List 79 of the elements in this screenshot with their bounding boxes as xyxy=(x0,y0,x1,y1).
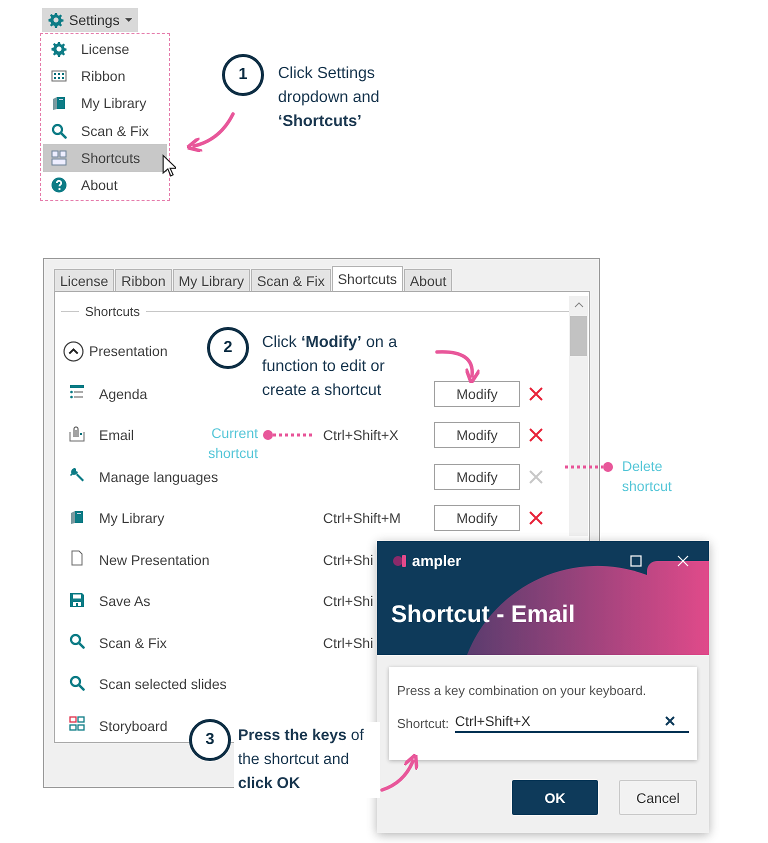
shortcut-input-field[interactable]: Ctrl+Shift+X xyxy=(455,713,689,733)
clear-icon[interactable] xyxy=(665,716,675,726)
shortcut-text: Ctrl+Shi xyxy=(323,593,374,610)
logo-icon xyxy=(393,555,407,567)
delete-icon[interactable] xyxy=(528,510,544,526)
search-icon xyxy=(69,674,85,691)
step-number: 1 xyxy=(222,54,264,96)
keys-icon xyxy=(51,150,67,166)
collapse-icon[interactable] xyxy=(63,340,84,362)
function-label: Scan selected slides xyxy=(99,676,227,692)
group-title: Shortcuts xyxy=(85,304,140,319)
menu-item[interactable]: My Library xyxy=(43,90,167,117)
wrench-icon xyxy=(69,467,85,484)
shortcut-text: Ctrl+Shift+M xyxy=(323,510,401,526)
delete-icon[interactable] xyxy=(528,386,544,402)
settings-dropdown-button[interactable]: Settings xyxy=(42,8,138,32)
function-label: New Presentation xyxy=(99,552,210,568)
function-label: Manage languages xyxy=(99,468,218,485)
function-label: My Library xyxy=(99,510,164,526)
list-icon xyxy=(69,384,85,400)
gear-icon xyxy=(48,12,64,28)
function-label: Save As xyxy=(99,593,150,610)
curved-arrow xyxy=(186,112,235,153)
scroll-thumb[interactable] xyxy=(570,316,587,356)
shortcut-text: Ctrl+Shift+X xyxy=(323,427,398,444)
attachment-icon xyxy=(69,426,85,442)
grid-icon xyxy=(51,68,67,84)
tab[interactable]: License xyxy=(54,269,114,291)
tab[interactable]: Ribbon xyxy=(115,269,172,291)
function-label: Scan & Fix xyxy=(99,634,167,651)
dialog-title: Shortcut - Email xyxy=(391,601,576,629)
modify-button[interactable]: Modify xyxy=(434,422,520,448)
help-icon xyxy=(51,177,67,194)
modify-button[interactable]: Modify xyxy=(434,464,520,490)
annotation-text: Delete shortcut xyxy=(622,457,673,496)
search-icon xyxy=(69,633,85,650)
search-icon xyxy=(51,122,67,139)
book-icon xyxy=(51,95,67,112)
book-icon xyxy=(69,508,85,525)
cancel-button[interactable]: Cancel xyxy=(619,780,697,815)
step-instruction: Press the keys of the shortcut and click OK xyxy=(234,722,380,798)
maximize-icon[interactable] xyxy=(630,555,642,567)
tab[interactable]: Shortcuts xyxy=(332,266,403,291)
instruction-text: Press a key combination on your keyboard. xyxy=(397,683,648,698)
curved-arrow xyxy=(435,350,482,385)
gear-icon xyxy=(51,40,67,57)
step-instruction: Click ‘Modify’ on a function to edit or create a shortcut xyxy=(262,333,398,401)
function-label: Email xyxy=(99,427,134,444)
field-label: Shortcut: xyxy=(397,716,450,730)
modify-button[interactable]: Modify xyxy=(434,505,520,532)
section-label: Presentation xyxy=(89,343,168,359)
menu-item[interactable]: About xyxy=(43,172,167,199)
tab[interactable]: My Library xyxy=(172,269,250,291)
scroll-up-icon[interactable] xyxy=(574,302,584,308)
modify-button[interactable]: Modify xyxy=(434,380,520,407)
close-icon[interactable] xyxy=(677,555,689,567)
menu-item[interactable]: Shortcuts xyxy=(43,144,167,172)
annotation-text: Current shortcut xyxy=(207,424,258,463)
curved-arrow xyxy=(380,752,418,792)
scrollbar[interactable] xyxy=(569,296,588,536)
delete-icon[interactable] xyxy=(528,427,544,444)
document-icon xyxy=(69,550,85,566)
function-label: Storyboard xyxy=(99,718,168,734)
menu-item[interactable]: Ribbon xyxy=(43,62,167,90)
caret-icon xyxy=(124,18,132,22)
step-instruction: Click Settings dropdown and ‘Shortcuts’ xyxy=(278,64,380,132)
tiles-icon xyxy=(69,716,85,732)
ok-button[interactable]: OK xyxy=(512,780,598,815)
brand-name: ampler xyxy=(412,552,462,570)
function-label: Agenda xyxy=(99,386,148,402)
leader-line xyxy=(263,430,315,440)
menu-item[interactable]: License xyxy=(43,35,167,62)
tab[interactable]: About xyxy=(404,269,452,291)
save-icon xyxy=(69,592,85,608)
shortcut-text: Ctrl+Shi xyxy=(323,552,374,568)
tab[interactable]: Scan & Fix xyxy=(251,269,331,291)
shortcut-text: Ctrl+Shi xyxy=(323,634,374,651)
leader-line xyxy=(565,462,613,472)
menu-item[interactable]: Scan & Fix xyxy=(43,116,167,144)
